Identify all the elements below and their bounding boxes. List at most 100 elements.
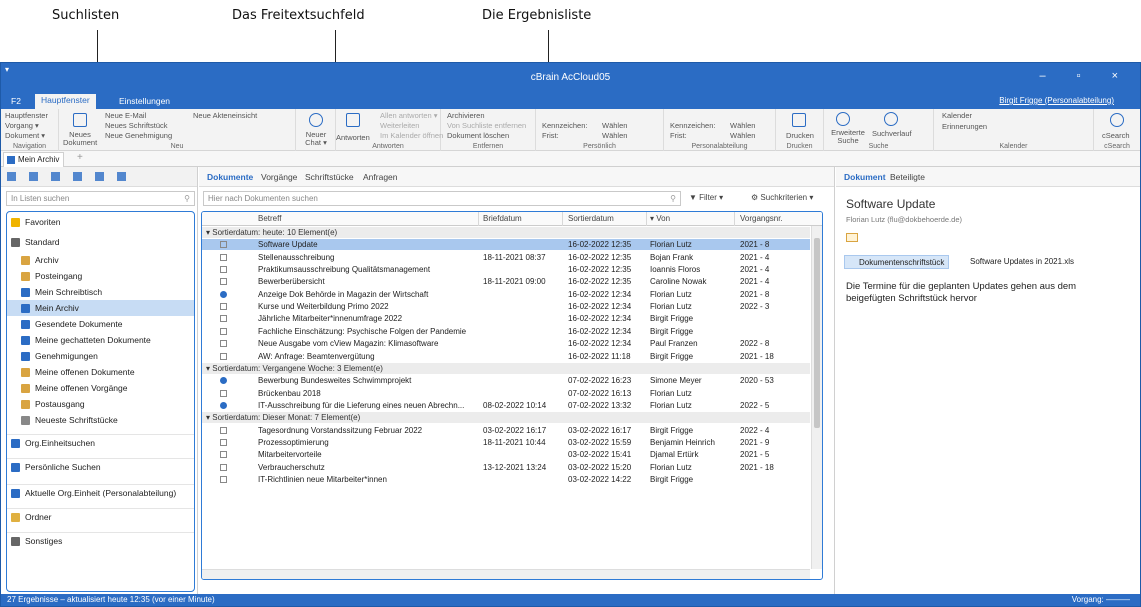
sidebar-item[interactable]: Genehmigungen — [7, 348, 194, 364]
group-row[interactable]: ▾ Sortierdatum: Vergangene Woche: 3 Elem… — [202, 362, 810, 374]
personal-flag-select[interactable]: Wählen — [602, 121, 627, 130]
col-briefdatum[interactable]: Briefdatum — [483, 214, 522, 223]
horizontal-scrollbar[interactable] — [202, 569, 810, 579]
table-row[interactable]: Verbraucherschutz 13-12-2021 13:24 03-02-2… — [202, 462, 810, 473]
group-row[interactable]: ▾ Sortierdatum: heute: 10 Element(e) — [202, 227, 810, 238]
sidebar-item[interactable]: Aktuelle Org.Einheit (Personalabteilung) — [7, 484, 194, 500]
tool-icon[interactable] — [117, 172, 126, 181]
personal-deadline-select[interactable]: Wählen — [602, 131, 627, 140]
remove-from-list-button[interactable]: Von Suchliste entfernen — [447, 121, 526, 130]
table-row[interactable]: Anzeige Dok Behörde in Magazin der Wirts… — [202, 289, 810, 300]
reply-all-button[interactable]: Allen antworten ▾ — [380, 111, 438, 120]
open-calendar-button[interactable]: Im Kalender öffnen — [380, 131, 443, 140]
calendar-button[interactable]: Kalender — [942, 111, 972, 120]
scroll-thumb[interactable] — [814, 238, 820, 428]
filter-button[interactable]: ▼ Filter ▾ — [689, 193, 723, 202]
add-tab-icon[interactable]: + — [77, 152, 83, 163]
new-email-button[interactable]: Neue E-Mail — [105, 111, 146, 120]
sidebar-item[interactable]: Sonstiges — [7, 532, 194, 548]
csearch-button[interactable]: cSearch — [1102, 131, 1130, 140]
reply-button[interactable]: Antworten — [336, 133, 370, 142]
nav-dokument[interactable]: Dokument ▾ — [5, 131, 45, 140]
table-row[interactable]: Fachliche Einschätzung: Psychische Folge… — [202, 326, 810, 337]
tab-mein-archiv[interactable]: Mein Archiv — [3, 152, 65, 167]
sidebar-item[interactable]: Mein Archiv — [7, 300, 194, 316]
sidebar-item[interactable]: Mein Schreibtisch — [7, 284, 194, 300]
dept-flag-select[interactable]: Wählen — [730, 121, 755, 130]
sidebar-item[interactable]: Meine offenen Dokumente — [7, 364, 194, 380]
new-approval-button[interactable]: Neue Genehmigung — [105, 131, 172, 140]
forward-button[interactable]: Weiterleiten — [380, 121, 419, 130]
tab-hauptfenster[interactable]: Hauptfenster — [35, 94, 96, 109]
list-search-input[interactable]: In Listen suchen ⚲ — [6, 191, 195, 206]
user-link[interactable]: Birgit Frigge (Personalabteilung) — [999, 96, 1114, 105]
table-row[interactable]: Praktikumsausschreibung Qualitätsmanagem… — [202, 264, 810, 275]
folder-icon[interactable] — [846, 233, 858, 242]
tab-beteiligte[interactable]: Beteiligte — [890, 172, 925, 182]
group-row[interactable]: ▾ Sortierdatum: Dieser Monat: 7 Element(… — [202, 412, 810, 424]
tab-f2[interactable]: F2 — [5, 95, 27, 107]
search-criteria-button[interactable]: ⚙ Suchkriterien ▾ — [751, 193, 813, 202]
group-label: Antworten — [372, 143, 404, 150]
nav-hauptfenster[interactable]: Hauptfenster — [5, 111, 48, 120]
tool-icon[interactable] — [73, 172, 82, 181]
new-inspection-button[interactable]: Neue Akteneinsicht — [193, 111, 257, 120]
print-button[interactable]: Drucken — [786, 131, 814, 140]
freetext-search-input[interactable]: Hier nach Dokumenten suchen ⚲ — [203, 191, 681, 206]
cell-betreff: Tagesordnung Vorstandssitzung Februar 20… — [258, 425, 423, 435]
tab-vorgaenge[interactable]: Vorgänge — [261, 172, 297, 182]
tab-einstellungen[interactable]: Einstellungen — [113, 95, 176, 107]
sidebar-item[interactable]: Archiv — [7, 252, 194, 268]
col-betreff[interactable]: Betreff — [258, 214, 281, 223]
sidebar-item[interactable]: Org.Einheitsuchen — [7, 434, 194, 450]
archive-button[interactable]: Archivieren — [447, 111, 485, 120]
tab-dokumente[interactable]: Dokumente — [207, 172, 253, 182]
table-row[interactable]: AW: Anfrage: Beamtenvergütung 16-02-2022 … — [202, 351, 810, 362]
table-row[interactable]: Kurse und Weiterbildung Primo 2022 16-02-… — [202, 301, 810, 312]
sidebar-item[interactable]: Favoriten — [7, 214, 194, 230]
sidebar-item[interactable]: Meine gechatteten Dokumente — [7, 332, 194, 348]
dept-deadline-select[interactable]: Wählen — [730, 131, 755, 140]
search-history-button[interactable]: Suchverlauf — [872, 129, 912, 138]
sidebar-item[interactable]: Posteingang — [7, 268, 194, 284]
new-letter-button[interactable]: Neues Schriftstück — [105, 121, 168, 130]
table-row[interactable]: Brückenbau 2018 07-02-2022 16:13 Florian L… — [202, 388, 810, 399]
table-row[interactable]: Bewerbung Bundesweites Schwimmprojekt 07-… — [202, 375, 810, 386]
document-icon — [220, 303, 227, 311]
tool-icon[interactable] — [95, 172, 104, 181]
tab-schriftstuecke[interactable]: Schriftstücke — [305, 172, 354, 182]
table-row[interactable]: Software Update 16-02-2022 12:35 Florian L… — [202, 239, 810, 251]
sidebar-item[interactable]: Standard — [7, 234, 194, 250]
sidebar-item[interactable]: Postausgang — [7, 396, 194, 412]
vertical-scrollbar[interactable] — [811, 226, 822, 569]
attachment-xls[interactable]: Software Updates in 2021.xls — [956, 255, 1078, 269]
tab-anfragen[interactable]: Anfragen — [363, 172, 398, 182]
sidebar-item[interactable]: Neueste Schriftstücke — [7, 412, 194, 428]
tab-dokument[interactable]: Dokument — [844, 172, 886, 182]
window-controls[interactable]: – ▫ × — [1039, 70, 1132, 82]
tool-icon[interactable] — [7, 172, 16, 181]
col-von[interactable]: ▾ Von — [650, 214, 670, 223]
sidebar-item[interactable]: Gesendete Dokumente — [7, 316, 194, 332]
nav-vorgang[interactable]: Vorgang ▾ — [5, 121, 39, 130]
table-row[interactable]: Tagesordnung Vorstandssitzung Februar 20… — [202, 425, 810, 436]
sidebar-item[interactable]: Ordner — [7, 508, 194, 524]
tool-icon[interactable] — [51, 172, 60, 181]
col-sortierdatum[interactable]: Sortierdatum — [568, 214, 614, 223]
new-chat-button[interactable]: Neuer Chat ▾ — [298, 131, 334, 147]
col-vorgangsnr[interactable]: Vorgangsnr. — [740, 214, 783, 223]
table-row[interactable]: Prozessoptimierung 18-11-2021 10:44 03-02-… — [202, 437, 810, 448]
sidebar-item[interactable]: Meine offenen Vorgänge — [7, 380, 194, 396]
table-row[interactable]: IT-Richtlinien neue Mitarbeiter*innen 03-… — [202, 474, 810, 485]
sidebar-item[interactable]: Persönliche Suchen — [7, 458, 194, 474]
delete-document-button[interactable]: Dokument löschen — [447, 131, 509, 140]
table-row[interactable]: Jährliche Mitarbeiter*innenumfrage 2022 1… — [202, 313, 810, 324]
table-row[interactable]: Bewerberübersicht 18-11-2021 09:00 16-02-2… — [202, 276, 810, 287]
table-row[interactable]: IT-Ausschreibung für die Lieferung eines… — [202, 400, 810, 411]
table-row[interactable]: Stellenausschreibung 18-11-2021 08:37 16-0… — [202, 252, 810, 263]
table-row[interactable]: Mitarbeitervorteile 03-02-2022 15:41 Djama… — [202, 449, 810, 460]
reminders-button[interactable]: Erinnerungen — [942, 122, 987, 131]
table-row[interactable]: Neue Ausgabe vom cView Magazin: Klimasof… — [202, 338, 810, 349]
tool-icon[interactable] — [29, 172, 38, 181]
attachment-main[interactable]: Dokumentenschriftstück — [844, 255, 950, 269]
